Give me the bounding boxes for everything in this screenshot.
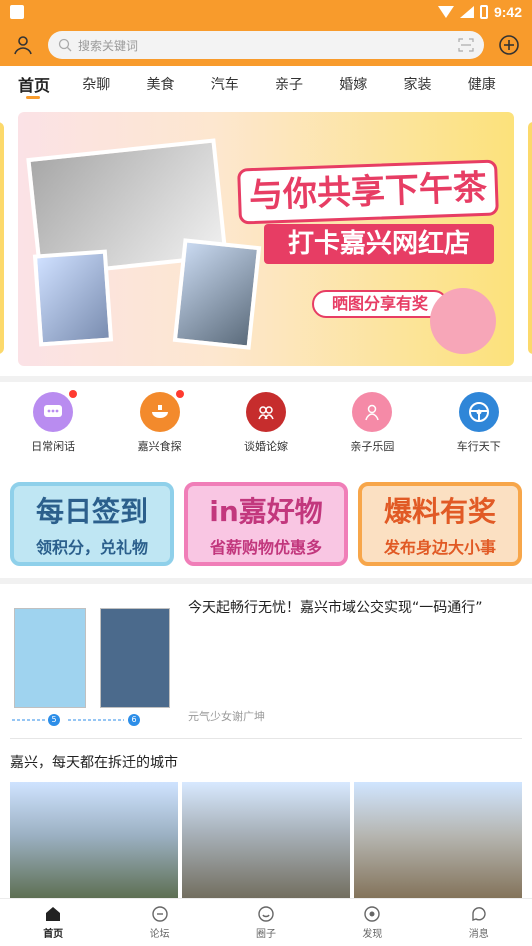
- shortcut-label: 亲子乐园: [350, 440, 395, 453]
- promo-subtitle: 领积分，兑礼物: [35, 538, 148, 557]
- pig-mascot-icon: [430, 288, 496, 354]
- feed-article[interactable]: 5 6 今天起畅行无忧！嘉兴市域公交实现“一码通行” 元气少女谢广坤: [0, 588, 532, 738]
- user-profile-button[interactable]: [10, 32, 36, 58]
- search-placeholder: 搜索关键词: [78, 38, 139, 53]
- tabbar-label: 论坛: [149, 929, 170, 940]
- banner-slide[interactable]: 与你共享下午茶 打卡嘉兴网红店 晒图分享有奖: [18, 112, 514, 366]
- status-time: 9:42: [493, 4, 522, 20]
- step-number: 5: [48, 714, 60, 726]
- separator-line: [10, 738, 522, 739]
- post-image[interactable]: [182, 782, 350, 902]
- tabbar-label: 发现: [362, 929, 383, 940]
- search-icon: [58, 38, 72, 52]
- phone-screenshot-image: [14, 608, 86, 708]
- status-right: 9:42: [437, 4, 522, 20]
- banner-subtitle: 打卡嘉兴网红店: [264, 224, 494, 264]
- shortcut-parenting[interactable]: 亲子乐园: [332, 392, 412, 468]
- tab-wedding[interactable]: 婚嫁: [339, 74, 403, 94]
- plus-circle-icon: [499, 35, 519, 55]
- signal-icon: [459, 6, 474, 18]
- tabbar-label: 首页: [43, 929, 64, 940]
- app-notification-icon: [10, 5, 24, 19]
- top-header: 搜索关键词: [0, 24, 532, 66]
- phone-screenshot-image: [100, 608, 170, 708]
- feed-post[interactable]: 嘉兴，每天都在拆迁的城市: [0, 746, 532, 902]
- banner-photo: [172, 238, 262, 350]
- article-info: 今天起畅行无忧！嘉兴市域公交实现“一码通行” 元气少女谢广坤: [188, 598, 522, 728]
- promo-news-tip[interactable]: 爆料有奖 发布身边大小事: [358, 482, 522, 566]
- post-image[interactable]: [10, 782, 178, 902]
- shortcut-label: 日常闲话: [31, 440, 76, 453]
- forum-icon: [151, 906, 168, 922]
- tab-parenting[interactable]: 亲子: [275, 74, 339, 94]
- post-images: [10, 782, 522, 902]
- shortcut-label: 谈婚论嫁: [243, 440, 288, 453]
- shortcut-label: 车行天下: [456, 440, 501, 453]
- promo-subtitle: 发布身边大小事: [383, 538, 496, 557]
- shortcut-cars[interactable]: 车行天下: [439, 392, 519, 468]
- step-indicator: 5 6: [10, 712, 178, 728]
- add-button[interactable]: [496, 32, 522, 58]
- tab-car[interactable]: 汽车: [211, 74, 275, 94]
- message-icon: [472, 907, 486, 921]
- article-thumbnail: 5 6: [10, 598, 178, 728]
- shortcut-grid: 日常闲话 嘉兴食探 谈婚论嫁 亲子乐园 车行天下: [0, 382, 532, 468]
- search-input[interactable]: 搜索关键词: [48, 31, 484, 59]
- promo-title: in嘉好物: [209, 495, 323, 528]
- parent-child-icon: [352, 392, 393, 432]
- banner-next-peek: [528, 122, 532, 354]
- tabbar-discover[interactable]: 发现: [332, 905, 412, 940]
- circle-icon: [258, 906, 274, 922]
- section-divider: [0, 578, 532, 584]
- wifi-icon: [437, 6, 454, 18]
- notification-dot: [69, 390, 78, 398]
- promo-title: 爆料有奖: [383, 495, 496, 528]
- chat-bubble-icon: [33, 390, 78, 432]
- status-bar: 9:42: [0, 0, 532, 24]
- shortcut-label: 嘉兴食探: [137, 440, 182, 453]
- article-title[interactable]: 今天起畅行无忧！嘉兴市域公交实现“一码通行”: [188, 598, 522, 618]
- home-icon: [46, 907, 61, 921]
- shortcut-daily-chat[interactable]: 日常闲话: [13, 390, 93, 468]
- tabbar-circle[interactable]: 圈子: [226, 905, 306, 940]
- tab-health[interactable]: 健康: [468, 74, 532, 94]
- tab-food[interactable]: 美食: [147, 74, 211, 94]
- tabbar-label: 消息: [468, 929, 489, 940]
- tab-home-decor[interactable]: 家装: [404, 74, 468, 94]
- battery-icon: [479, 5, 488, 19]
- tabbar-forum[interactable]: 论坛: [120, 905, 200, 940]
- tabbar-label: 圈子: [255, 929, 276, 940]
- tabbar-home[interactable]: 首页: [13, 905, 93, 940]
- promo-good-goods[interactable]: in嘉好物 省薪购物优惠多: [184, 482, 348, 566]
- bottom-tab-bar: 首页 论坛 圈子 发现 消息: [0, 898, 532, 946]
- banner-tag: 晒图分享有奖: [312, 290, 448, 318]
- scan-icon[interactable]: [458, 38, 474, 52]
- category-tabs: 首页 杂聊 美食 汽车 亲子 婚嫁 家装 健康: [0, 66, 532, 102]
- food-icon: [139, 390, 184, 432]
- banner-title: 与你共享下午茶: [237, 159, 499, 225]
- banner-prev-peek: [0, 122, 4, 354]
- notification-dot: [175, 390, 184, 398]
- shortcut-wedding[interactable]: 谈婚论嫁: [226, 392, 306, 468]
- promo-title: 每日签到: [35, 495, 148, 528]
- shortcut-food-explore[interactable]: 嘉兴食探: [120, 390, 200, 468]
- tabbar-message[interactable]: 消息: [439, 905, 519, 940]
- user-icon: [14, 36, 32, 55]
- post-image[interactable]: [354, 782, 522, 902]
- banner-photo: [32, 249, 114, 347]
- tab-chat[interactable]: 杂聊: [82, 74, 146, 94]
- post-title[interactable]: 嘉兴，每天都在拆迁的城市: [10, 752, 522, 772]
- promo-daily-checkin[interactable]: 每日签到 领积分，兑礼物: [10, 482, 174, 566]
- tab-home[interactable]: 首页: [18, 72, 82, 99]
- promo-subtitle: 省薪购物优惠多: [209, 538, 322, 557]
- step-number: 6: [128, 714, 140, 726]
- wedding-icon: [245, 392, 286, 432]
- steering-wheel-icon: [458, 392, 499, 432]
- discover-icon: [364, 906, 381, 922]
- article-author[interactable]: 元气少女谢广坤: [188, 708, 265, 724]
- promo-row: 每日签到 领积分，兑礼物 in嘉好物 省薪购物优惠多 爆料有奖 发布身边大小事: [10, 482, 522, 566]
- banner-carousel[interactable]: 与你共享下午茶 打卡嘉兴网红店 晒图分享有奖: [0, 104, 532, 374]
